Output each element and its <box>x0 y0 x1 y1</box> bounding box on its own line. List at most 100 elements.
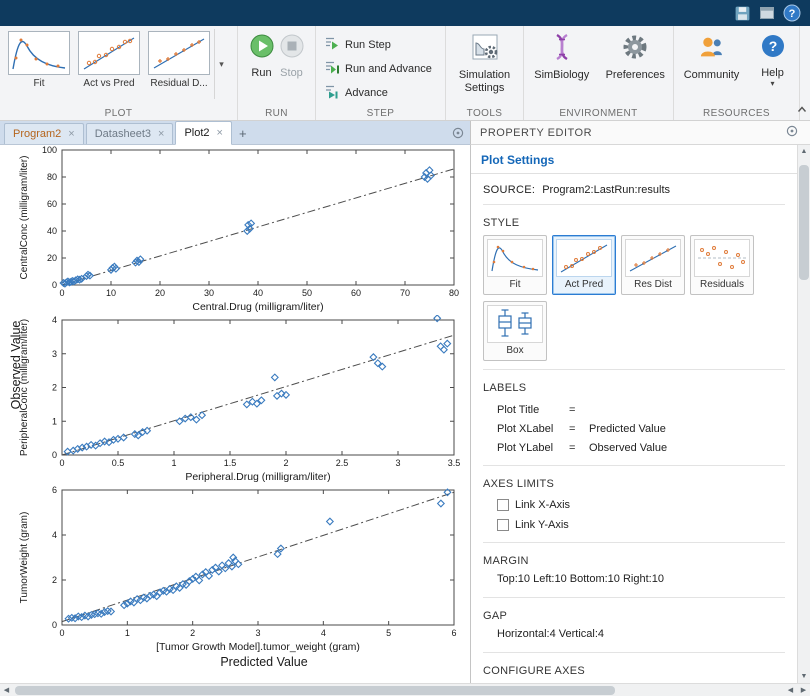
stop-button[interactable]: Stop <box>279 29 305 80</box>
svg-text:0: 0 <box>59 628 64 638</box>
chevron-down-icon: ▾ <box>770 79 775 88</box>
link-x-axis-checkbox[interactable]: Link X-Axis <box>497 496 785 514</box>
plot-title-row[interactable]: Plot Title = <box>483 400 785 419</box>
box-plot-icon <box>487 305 543 343</box>
run-label: Run <box>251 67 272 79</box>
scroll-left-arrow[interactable]: ◀ <box>0 684 13 696</box>
close-icon[interactable]: × <box>158 128 164 140</box>
central-conc-scatter-plot[interactable]: 0 10 20 30 40 50 60 70 80 0 20 40 60 80 100 Central.Dru… <box>16 145 466 315</box>
svg-text:40: 40 <box>253 288 263 298</box>
tumor-weight-scatter-plot[interactable]: 0 1 2 3 4 5 6 0 2 4 6 [Tumor Growth Model].tumor_we… <box>16 485 466 655</box>
style-label-box: Box <box>506 345 524 356</box>
svg-text:2: 2 <box>190 628 195 638</box>
stop-label: Stop <box>280 67 303 79</box>
style-gallery-row1: Fit Act Pred Res Dist Residuals <box>483 235 785 295</box>
svg-text:3.5: 3.5 <box>448 458 461 468</box>
close-icon[interactable]: × <box>68 128 74 140</box>
save-icon[interactable] <box>732 3 752 23</box>
svg-text:1: 1 <box>125 628 130 638</box>
gallery-label-act-vs-pred: Act vs Pred <box>83 78 135 89</box>
tab-label: Datasheet3 <box>94 128 151 140</box>
plot-ylabel-row[interactable]: Plot YLabel = Observed Value <box>483 438 785 457</box>
tab-plot2[interactable]: Plot2 × <box>175 121 232 145</box>
dock-target-icon[interactable] <box>452 126 464 144</box>
horizontal-scrollbar-thumb[interactable] <box>15 685 615 695</box>
simulation-settings-button[interactable]: Simulation Settings <box>450 29 520 95</box>
chevron-down-icon: ▾ <box>219 58 224 69</box>
scroll-right-arrow[interactable]: ▶ <box>797 684 810 696</box>
residual-plot-icon <box>148 31 210 75</box>
section-label-plot: PLOT <box>104 108 133 119</box>
gap-value[interactable]: Horizontal:4 Vertical:4 <box>483 628 785 644</box>
plot-type-residual-button[interactable]: Residual D... <box>144 29 214 89</box>
style-residuals-button[interactable]: Residuals <box>690 235 754 295</box>
property-editor-scrollbar[interactable]: ▲ ▼ <box>797 145 810 683</box>
plot-xlabel-row[interactable]: Plot XLabel = Predicted Value <box>483 419 785 438</box>
tab-datasheet3[interactable]: Datasheet3 × <box>85 123 174 144</box>
svg-text:50: 50 <box>302 288 312 298</box>
help-icon[interactable]: ? <box>782 3 802 23</box>
style-label-act-pred: Act Pred <box>564 279 604 290</box>
style-box-button[interactable]: Box <box>483 301 547 361</box>
svg-text:6: 6 <box>451 628 456 638</box>
section-label-tools: TOOLS <box>466 108 503 119</box>
simbiology-button[interactable]: SimBiology <box>528 29 596 82</box>
tab-program2[interactable]: Program2 × <box>4 123 84 144</box>
checkbox-icon <box>497 499 509 511</box>
divider <box>483 597 785 598</box>
style-act-pred-button[interactable]: Act Pred <box>552 235 616 295</box>
svg-text:0.5: 0.5 <box>112 458 125 468</box>
horizontal-scrollbar[interactable]: ◀ ◀ ▶ <box>0 683 810 696</box>
simbiology-icon <box>548 33 576 66</box>
plot-document-pane: Observed Value 0 10 20 30 40 50 60 70 80 0 20 40 60 8… <box>0 145 470 683</box>
peripheral-conc-scatter-plot[interactable]: 0 0.5 1 1.5 2 2.5 3 3.5 0 1 2 3 4 Peripheral.Drug (mi… <box>16 314 466 485</box>
run-step-button[interactable]: Run Step <box>324 35 437 54</box>
new-tab-button[interactable]: + <box>234 126 254 144</box>
run-button[interactable]: Run <box>249 29 275 80</box>
preferences-label: Preferences <box>605 69 665 81</box>
margin-value[interactable]: Top:10 Left:10 Bottom:10 Right:10 <box>483 573 785 589</box>
svg-text:6: 6 <box>52 485 57 495</box>
vertical-scrollbar-thumb[interactable] <box>799 165 809 280</box>
scroll-left-arrow[interactable]: ◀ <box>784 684 797 696</box>
scroll-down-arrow[interactable]: ▼ <box>798 670 810 683</box>
svg-text:TumorWeight (gram): TumorWeight (gram) <box>19 512 30 604</box>
gallery-dropdown-button[interactable]: ▾ <box>214 29 228 99</box>
run-step-label: Run Step <box>345 38 391 51</box>
residuals-plot-icon <box>694 239 750 277</box>
close-icon[interactable]: × <box>217 127 223 139</box>
plot-type-fit-button[interactable]: Fit <box>4 29 74 89</box>
section-label-environment: ENVIRONMENT <box>559 108 638 119</box>
link-y-axis-checkbox[interactable]: Link Y-Axis <box>497 516 785 534</box>
help-button[interactable]: ? Help ▾ <box>752 29 794 88</box>
configure-axes-section-label: CONFIGURE AXES <box>483 665 585 677</box>
gallery-label-residual: Residual D... <box>150 78 208 89</box>
equals-sign: = <box>569 422 576 435</box>
run-and-advance-button[interactable]: Run and Advance <box>324 59 437 78</box>
scroll-up-arrow[interactable]: ▲ <box>798 145 810 158</box>
section-label-resources: RESOURCES <box>703 108 770 119</box>
window-layout-icon[interactable] <box>757 3 777 23</box>
svg-text:3: 3 <box>52 349 57 359</box>
divider <box>483 465 785 466</box>
property-editor-title: PROPERTY EDITOR <box>480 126 593 139</box>
plot-type-act-vs-pred-button[interactable]: Act vs Pred <box>74 29 144 89</box>
collapse-ribbon-button[interactable] <box>797 100 807 118</box>
gear-icon <box>621 33 649 66</box>
chevron-up-icon <box>797 106 807 112</box>
svg-text:4: 4 <box>321 628 326 638</box>
ribbon-section-run: Run Stop RUN <box>238 26 316 120</box>
run-and-advance-label: Run and Advance <box>345 62 432 75</box>
simbiology-label: SimBiology <box>534 69 590 81</box>
advance-button[interactable]: Advance <box>324 83 437 102</box>
style-gallery-row2: Box <box>483 301 785 361</box>
svg-text:4: 4 <box>52 315 57 325</box>
dock-target-icon[interactable] <box>786 125 798 140</box>
community-button[interactable]: Community <box>680 29 744 82</box>
style-fit-button[interactable]: Fit <box>483 235 547 295</box>
style-res-dist-button[interactable]: Res Dist <box>621 235 685 295</box>
svg-text:?: ? <box>768 38 777 54</box>
preferences-button[interactable]: Preferences <box>602 29 670 82</box>
section-label-run: RUN <box>265 108 288 119</box>
svg-text:100: 100 <box>42 145 57 155</box>
